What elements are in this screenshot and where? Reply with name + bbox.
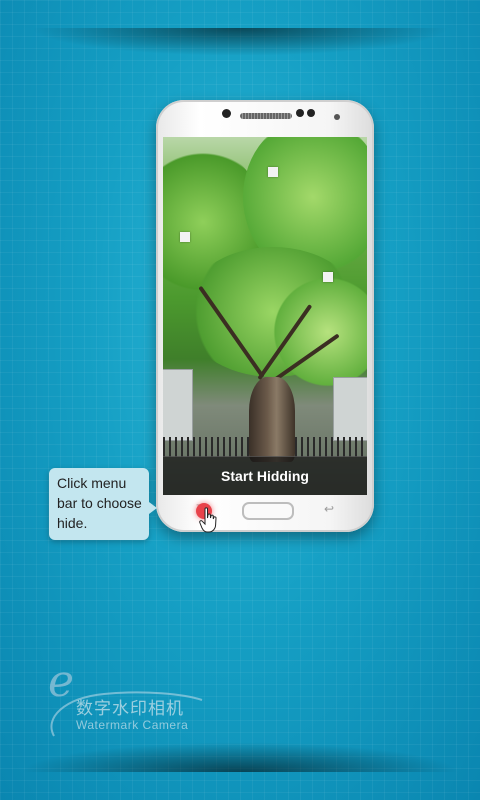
phone-mockup: Start Hidding ☰ ↩ [156, 100, 374, 532]
app-logo: e 数字水印相机 Watermark Camera [44, 656, 204, 740]
top-shadow [30, 28, 450, 56]
tree-trunk [249, 377, 295, 462]
phone-screen: Start Hidding [163, 137, 367, 495]
logo-chinese-name: 数字水印相机 [76, 699, 184, 718]
watermark-marker[interactable] [268, 167, 278, 177]
bottom-shadow [20, 742, 460, 772]
start-hiding-menu-bar[interactable]: Start Hidding [163, 456, 367, 495]
sensor-icon [296, 109, 304, 117]
background-building [163, 369, 193, 441]
watermark-marker[interactable] [180, 232, 190, 242]
front-camera-icon [222, 109, 231, 118]
sensor-icon [334, 114, 340, 120]
phone-speaker [240, 113, 292, 119]
logo-mark: e [48, 656, 75, 707]
logo-english-name: Watermark Camera [76, 718, 189, 732]
instruction-tooltip: Click menu bar to choose hide. [49, 468, 157, 540]
pointer-hand-icon [199, 507, 217, 533]
tooltip-line-2: bar to choose [57, 495, 142, 511]
tooltip-line-3: hide. [57, 515, 88, 531]
menu-bar-label: Start Hidding [221, 468, 309, 484]
tooltip-line-1: Click menu [57, 475, 127, 491]
watermark-marker[interactable] [323, 272, 333, 282]
background-building [333, 377, 367, 441]
back-key-icon[interactable]: ↩ [318, 502, 340, 518]
sensor-icon [307, 109, 315, 117]
home-button[interactable] [242, 502, 294, 520]
